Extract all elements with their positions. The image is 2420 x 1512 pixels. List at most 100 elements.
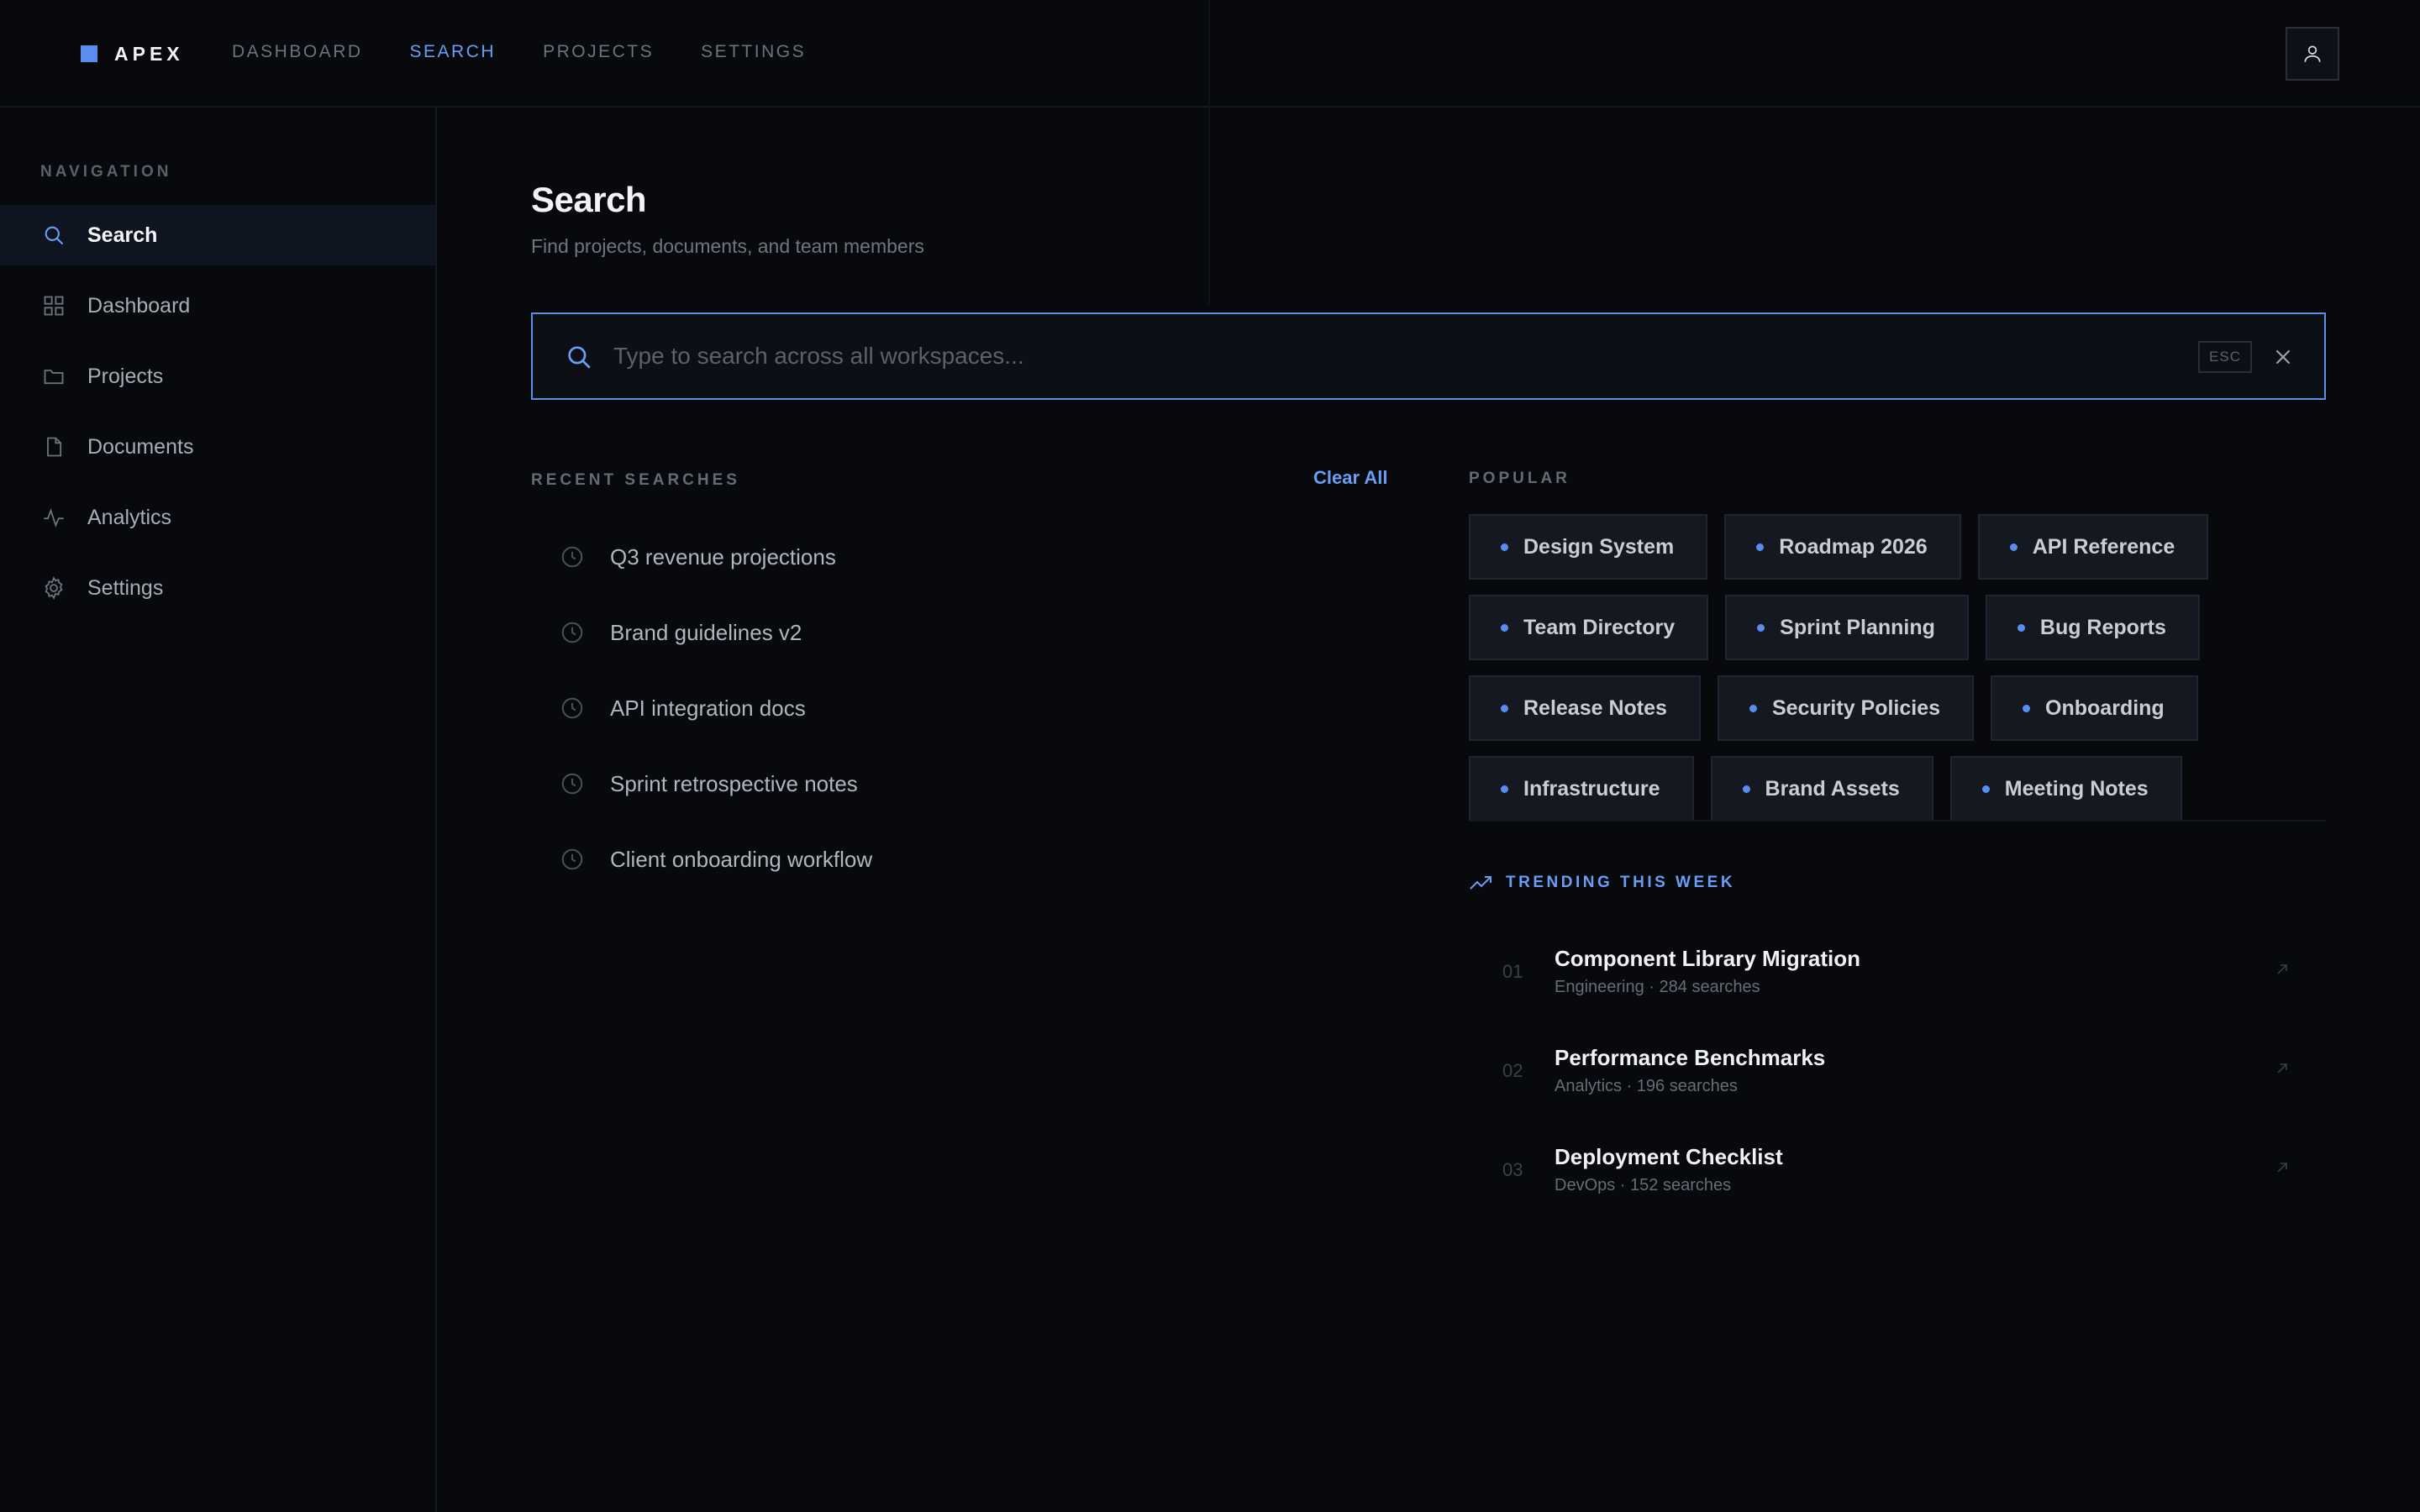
tag-row: Infrastructure Brand Assets Meeting Note…	[1469, 756, 2326, 822]
search-icon	[565, 343, 593, 371]
sidebar-item-label: Documents	[87, 434, 194, 459]
popular-tags: Design System Roadmap 2026 API Reference…	[1469, 514, 2326, 837]
recent-search-item[interactable]: Client onboarding workflow	[531, 822, 1405, 897]
tag-dot-icon	[1757, 623, 1765, 632]
tag-row: Design System Roadmap 2026 API Reference	[1469, 514, 2326, 580]
sidebar-heading: NAVIGATION	[40, 163, 172, 181]
clock-icon	[560, 847, 585, 872]
tag-label: Team Directory	[1523, 615, 1676, 639]
tag-dot-icon	[1756, 543, 1765, 551]
popular-tag[interactable]: Team Directory	[1469, 595, 1709, 660]
page-title: Search	[531, 180, 647, 219]
tag-row: Team Directory Sprint Planning Bug Repor…	[1469, 595, 2326, 660]
sidebar-list: Search Dashboard Projects Documents Anal…	[0, 205, 435, 628]
tag-label: API Reference	[2032, 534, 2175, 559]
trending-item[interactable]: 03 Deployment Checklist DevOps · 152 sea…	[1469, 1121, 2326, 1220]
brand-name: APEX	[114, 42, 184, 65]
sidebar-item-settings[interactable]: Settings	[0, 558, 435, 618]
popular-tag[interactable]: Release Notes	[1469, 675, 1701, 741]
tag-dot-icon	[1501, 785, 1508, 793]
page-subtitle: Find projects, documents, and team membe…	[531, 235, 924, 257]
recent-search-item[interactable]: API integration docs	[531, 670, 1405, 746]
tag-label: Sprint Planning	[1780, 615, 1935, 639]
top-nav-projects[interactable]: PROJECTS	[543, 42, 654, 62]
tag-label: Infrastructure	[1523, 776, 1660, 801]
popular-tag[interactable]: Security Policies	[1717, 675, 1975, 741]
esc-key-badge: ESC	[2198, 341, 2252, 373]
tag-dot-icon	[1501, 623, 1508, 632]
arrow-up-right-icon	[2275, 963, 2289, 976]
top-nav-search[interactable]: SEARCH	[410, 42, 497, 62]
grid-icon	[40, 292, 67, 319]
tag-dot-icon	[1742, 785, 1750, 793]
trending-title: Performance Benchmarks	[1555, 1045, 1826, 1070]
recent-search-item[interactable]: Sprint retrospective notes	[531, 746, 1405, 822]
top-nav: DASHBOARD SEARCH PROJECTS SETTINGS	[232, 42, 853, 62]
search-input[interactable]	[612, 331, 1872, 381]
brand[interactable]: APEX	[81, 42, 184, 65]
recent-search-text: Q3 revenue projections	[610, 543, 836, 570]
tag-dot-icon	[1749, 704, 1757, 712]
trending-title: Component Library Migration	[1555, 946, 1860, 971]
user-menu-button[interactable]	[2286, 27, 2339, 81]
top-bar: APEX DASHBOARD SEARCH PROJECTS SETTINGS	[0, 0, 2420, 108]
trending-title: Deployment Checklist	[1555, 1144, 1783, 1169]
trending-rank: 03	[1502, 1159, 1523, 1180]
tag-label: Release Notes	[1523, 696, 1667, 720]
tag-dot-icon	[2009, 543, 2018, 551]
sidebar-item-projects[interactable]: Projects	[0, 346, 435, 407]
popular-tag[interactable]: Bug Reports	[1985, 595, 2200, 660]
popular-tag[interactable]: Meeting Notes	[1949, 756, 2182, 822]
trending-rank: 02	[1502, 1060, 1523, 1081]
search-icon	[40, 222, 67, 249]
tag-label: Roadmap 2026	[1779, 534, 1928, 559]
popular-tag[interactable]: Design System	[1469, 514, 1708, 580]
user-icon	[2302, 43, 2323, 65]
popular-tag[interactable]: Roadmap 2026	[1724, 514, 1961, 580]
popular-heading: POPULAR	[1469, 470, 1570, 487]
popular-tag[interactable]: Brand Assets	[1710, 756, 1933, 822]
trending-item[interactable]: 01 Component Library Migration Engineeri…	[1469, 922, 2326, 1021]
top-nav-dashboard[interactable]: DASHBOARD	[232, 42, 363, 62]
popular-tag[interactable]: Sprint Planning	[1725, 595, 1969, 660]
trending-rank: 01	[1502, 961, 1523, 982]
popular-tag[interactable]: API Reference	[1977, 514, 2209, 580]
tag-row: Release Notes Security Policies Onboardi…	[1469, 675, 2326, 741]
recent-search-text: Sprint retrospective notes	[610, 770, 858, 796]
clock-icon	[560, 620, 585, 645]
close-icon	[2272, 346, 2294, 368]
activity-icon	[40, 504, 67, 531]
logo-square-icon	[81, 45, 97, 62]
recent-search-item[interactable]: Brand guidelines v2	[531, 595, 1405, 670]
sidebar-item-label: Search	[87, 223, 158, 247]
sidebar-item-analytics[interactable]: Analytics	[0, 487, 435, 548]
top-nav-settings[interactable]: SETTINGS	[701, 42, 806, 62]
document-icon	[40, 433, 67, 460]
tag-label: Bug Reports	[2039, 615, 2166, 639]
sidebar-item-search[interactable]: Search	[0, 205, 435, 265]
tag-dot-icon	[2023, 704, 2031, 712]
trending-heading: TRENDING THIS WEEK	[1469, 874, 1735, 892]
sidebar-item-label: Projects	[87, 364, 164, 388]
trending-item[interactable]: 02 Performance Benchmarks Analytics · 19…	[1469, 1021, 2326, 1121]
layout-divider	[1208, 0, 1210, 304]
sidebar-item-documents[interactable]: Documents	[0, 417, 435, 477]
sidebar-item-label: Settings	[87, 575, 164, 600]
recent-search-item[interactable]: Q3 revenue projections	[531, 519, 1405, 595]
clear-search-button[interactable]	[2269, 343, 2297, 371]
trending-meta: DevOps · 152 searches	[1555, 1176, 1732, 1194]
tag-label: Brand Assets	[1765, 776, 1900, 801]
popular-tag[interactable]: Onboarding	[1991, 675, 2198, 741]
clock-icon	[560, 771, 585, 796]
trending-list: 01 Component Library Migration Engineeri…	[1469, 922, 2326, 1220]
recent-search-text: Client onboarding workflow	[610, 846, 873, 872]
popular-tag[interactable]: Infrastructure	[1469, 756, 1694, 822]
clock-icon	[560, 696, 585, 721]
trending-meta: Analytics · 196 searches	[1555, 1077, 1738, 1095]
trending-up-icon	[1469, 874, 1494, 892]
tag-dot-icon	[1501, 543, 1508, 551]
clear-all-button[interactable]: Clear All	[1313, 467, 1387, 489]
tag-dot-icon	[2017, 623, 2025, 632]
gear-icon	[40, 575, 67, 601]
sidebar-item-dashboard[interactable]: Dashboard	[0, 276, 435, 336]
